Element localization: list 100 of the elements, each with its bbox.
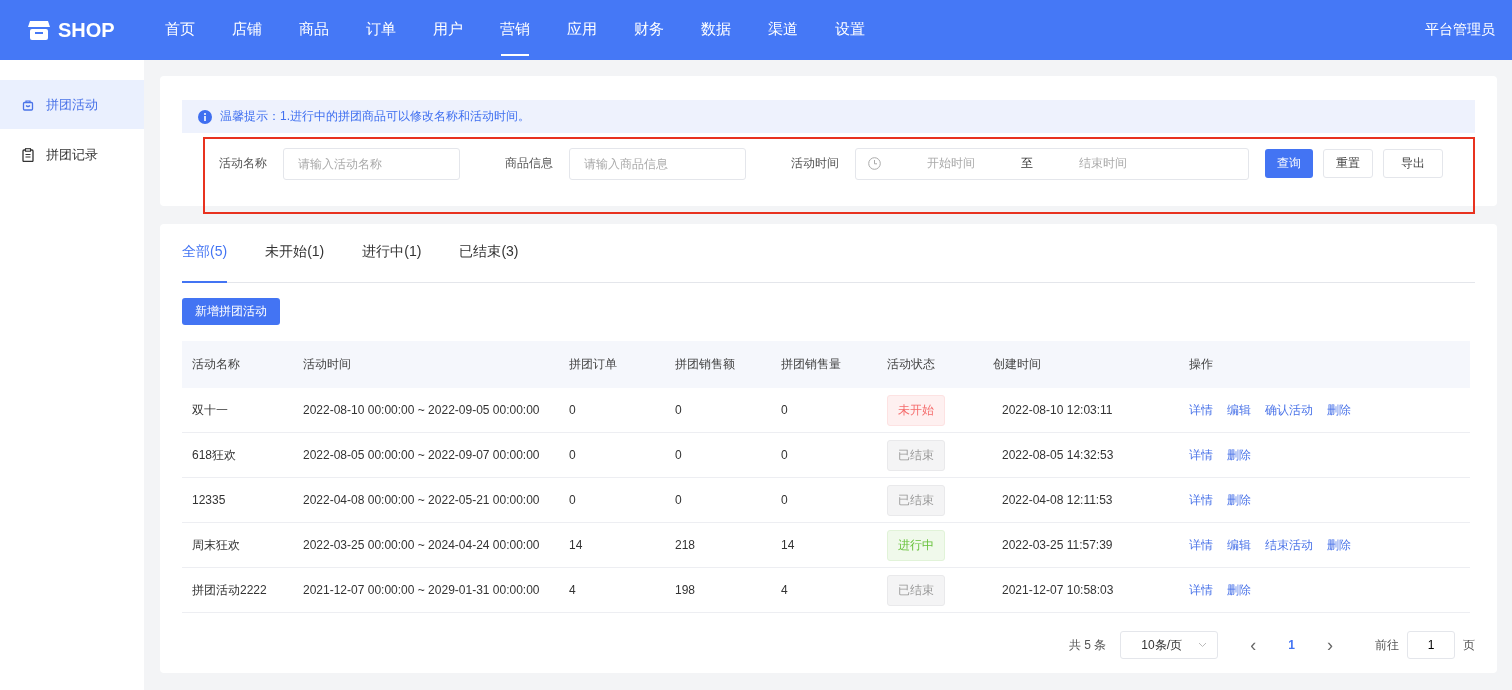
action-link[interactable]: 编辑 — [1227, 402, 1251, 417]
field-label: 活动名称 — [219, 155, 267, 172]
action-link[interactable]: 详情 — [1189, 492, 1213, 507]
info-icon — [198, 109, 212, 124]
column-header: 活动名称 — [182, 341, 293, 388]
page-suffix: 页 — [1463, 636, 1475, 654]
status-tab[interactable]: 进行中(1) — [362, 243, 422, 283]
column-header: 活动状态 — [877, 341, 983, 388]
nav-tab[interactable]: 财务 — [615, 0, 682, 60]
table-cell: 2022-08-05 14:32:53 — [983, 432, 1179, 478]
name-input[interactable]: 请输入活动名称 — [283, 147, 460, 180]
shop-icon — [28, 20, 50, 40]
table-cell: 2022-04-08 00:00:00 ~ 2022-05-21 00:00:00 — [293, 477, 559, 523]
page-size-select[interactable]: 10条/页 — [1120, 631, 1219, 659]
table-cell: 2022-03-25 11:57:39 — [983, 522, 1179, 568]
field-label: 商品信息 — [505, 155, 553, 172]
table-cell: 2022-08-10 12:03:11 — [983, 388, 1179, 433]
column-header: 创建时间 — [983, 341, 1179, 388]
table-cell: 198 — [665, 567, 771, 613]
clock-icon — [868, 157, 881, 170]
field-label: 活动时间 — [791, 155, 839, 172]
nav-tab[interactable]: 应用 — [548, 0, 615, 60]
table-cell: 2021-12-07 10:58:03 — [983, 567, 1179, 613]
action-link[interactable]: 详情 — [1189, 537, 1213, 552]
column-header: 拼团销售量 — [771, 341, 877, 388]
table-cell: 2021-12-07 00:00:00 ~ 2029-01-31 00:00:00 — [293, 567, 559, 613]
action-link[interactable]: 详情 — [1189, 447, 1213, 462]
status-tag: 未开始 — [887, 394, 945, 426]
action-button[interactable]: 重置 — [1323, 149, 1373, 178]
table-cell: 周末狂欢 — [182, 522, 293, 568]
action-link[interactable]: 删除 — [1327, 402, 1351, 417]
nav-tab[interactable]: 商品 — [280, 0, 347, 60]
table-cell: 4 — [771, 567, 877, 613]
sidebar-item[interactable]: 拼团记录 — [0, 130, 144, 179]
table-cell: 2022-03-25 00:00:00 ~ 2024-04-24 00:00:00 — [293, 522, 559, 568]
status-tag: 已结束 — [887, 484, 945, 516]
action-link[interactable]: 结束活动 — [1265, 537, 1313, 552]
goto-label: 前往 — [1375, 636, 1399, 654]
search-button[interactable]: 查询 — [1265, 149, 1313, 178]
action-button[interactable]: 导出 — [1383, 149, 1443, 178]
table-cell: 双十一 — [182, 388, 293, 433]
nav-tab[interactable]: 订单 — [347, 0, 414, 60]
date-range-field[interactable]: 开始时间 至 结束时间 — [855, 147, 1249, 180]
table-cell: 0 — [559, 432, 665, 478]
chevron-down-icon — [1198, 642, 1208, 648]
table-cell: 2022-04-08 12:11:53 — [983, 477, 1179, 523]
page-input[interactable]: 1 — [1407, 631, 1455, 659]
status-tag: 已结束 — [887, 439, 945, 471]
action-link[interactable]: 编辑 — [1227, 537, 1251, 552]
sidebar-item[interactable]: 拼团活动 — [0, 80, 144, 129]
previous-page-button[interactable]: ‹ — [1244, 634, 1263, 656]
table-cell: 12335 — [182, 477, 293, 523]
table-cell: 618狂欢 — [182, 432, 293, 478]
goods-input[interactable]: 请输入商品信息 — [569, 147, 746, 180]
table-cell: 14 — [559, 522, 665, 568]
column-header: 活动时间 — [293, 341, 559, 388]
status-tag: 已结束 — [887, 574, 945, 606]
column-header: 操作 — [1179, 341, 1470, 388]
status-tab[interactable]: 全部(5) — [182, 243, 228, 283]
column-header: 拼团销售额 — [665, 341, 771, 388]
table-cell: 0 — [665, 477, 771, 523]
table-cell: 218 — [665, 522, 771, 568]
table-cell: 0 — [559, 477, 665, 523]
nav-tab[interactable]: 数据 — [682, 0, 749, 60]
table-cell: 0 — [771, 388, 877, 433]
action-link[interactable]: 详情 — [1189, 582, 1213, 597]
status-tag: 进行中 — [887, 529, 945, 561]
nav-tab[interactable]: 首页 — [146, 0, 213, 60]
user-name[interactable]: 平台管理员 — [1425, 21, 1495, 39]
column-header: 拼团订单 — [559, 341, 665, 388]
nav-tab[interactable]: 设置 — [816, 0, 883, 60]
action-link[interactable]: 删除 — [1327, 537, 1351, 552]
table-cell: 0 — [771, 432, 877, 478]
bag-icon — [22, 98, 34, 111]
action-link[interactable]: 删除 — [1227, 492, 1251, 507]
action-link[interactable]: 删除 — [1227, 582, 1251, 597]
nav-tab[interactable]: 渠道 — [749, 0, 816, 60]
table-cell: 0 — [665, 432, 771, 478]
clipboard-icon — [22, 147, 34, 162]
total-count: 共 5 条 — [1068, 636, 1107, 654]
next-page-button[interactable]: › — [1321, 634, 1339, 656]
notice-text: 温馨提示：1.进行中的拼团商品可以修改名称和活动时间。 — [220, 108, 530, 125]
nav-tab[interactable]: 用户 — [414, 0, 481, 60]
table-cell: 4 — [559, 567, 665, 613]
table-cell: 拼团活动2222 — [182, 567, 293, 613]
action-link[interactable]: 删除 — [1227, 447, 1251, 462]
table-cell: 0 — [559, 388, 665, 433]
action-link[interactable]: 详情 — [1189, 402, 1213, 417]
add-button[interactable]: 新增拼团活动 — [182, 298, 280, 325]
status-tab[interactable]: 未开始(1) — [265, 243, 325, 283]
action-link[interactable]: 确认活动 — [1265, 402, 1313, 417]
table-cell: 14 — [771, 522, 877, 568]
table-cell: 2022-08-05 00:00:00 ~ 2022-09-07 00:00:00 — [293, 432, 559, 478]
table-cell: 0 — [665, 388, 771, 433]
status-tab[interactable]: 已结束(3) — [459, 243, 519, 283]
logo-text: SHOP — [58, 18, 115, 42]
table-cell: 2022-08-10 00:00:00 ~ 2022-09-05 00:00:00 — [293, 388, 559, 433]
page-number[interactable]: 1 — [1288, 638, 1295, 652]
nav-tab[interactable]: 店铺 — [213, 0, 280, 60]
table-cell: 0 — [771, 477, 877, 523]
